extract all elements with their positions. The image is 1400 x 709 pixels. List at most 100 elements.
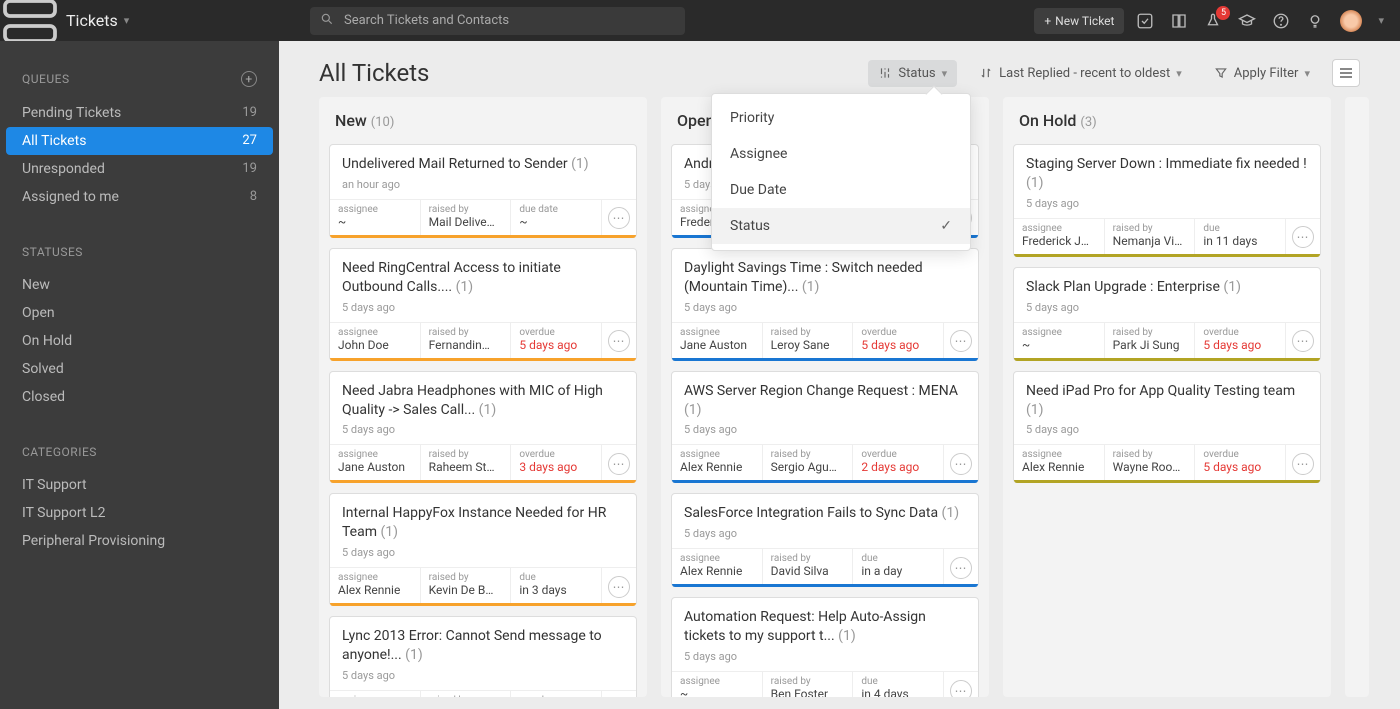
group-by-dropdown[interactable]: Status ▾ <box>868 60 957 87</box>
sliders-icon <box>878 66 892 80</box>
ticket-card[interactable]: Internal HappyFox Instance Needed for HR… <box>329 493 637 606</box>
ticket-card[interactable]: Undelivered Mail Returned to Sender (1) … <box>329 144 637 238</box>
search-input[interactable]: Search Tickets and Contacts <box>310 7 685 35</box>
sort-dropdown[interactable]: Last Replied - recent to oldest ▾ <box>969 60 1192 87</box>
ticket-title: Need iPad Pro for App Quality Testing te… <box>1026 382 1308 420</box>
meta-label: overdue <box>1203 449 1277 460</box>
meta-label: raised by <box>429 204 503 215</box>
ticket-title: Need Jabra Headphones with MIC of High Q… <box>342 382 624 420</box>
ticket-more-button[interactable]: ⋯ <box>602 691 636 697</box>
meta-label: overdue <box>519 327 593 338</box>
sidebar-item[interactable]: Assigned to me8 <box>0 183 279 211</box>
ticket-card[interactable]: Daylight Savings Time : Switch needed (M… <box>671 248 979 361</box>
ticket-card[interactable]: Need iPad Pro for App Quality Testing te… <box>1013 371 1321 484</box>
sidebar-item[interactable]: All Tickets27 <box>6 127 273 155</box>
dropdown-item[interactable]: Status✓ <box>712 208 970 244</box>
ticket-card[interactable]: SalesForce Integration Fails to Sync Dat… <box>671 493 979 587</box>
meta-label: raised by <box>429 572 503 583</box>
ticket-more-button[interactable]: ⋯ <box>944 549 978 586</box>
sidebar-item[interactable]: On Hold <box>0 327 279 355</box>
graduation-cap-icon[interactable] <box>1238 12 1256 30</box>
book-icon[interactable] <box>1170 12 1188 30</box>
group-by-label: Status <box>898 66 935 81</box>
sidebar-item[interactable]: New <box>0 271 279 299</box>
main-header: All Tickets Status ▾ Last Replied - rece… <box>279 41 1400 97</box>
ticket-raised-by: Kevin De B… <box>429 583 503 597</box>
ticket-more-button[interactable]: ⋯ <box>944 323 978 360</box>
sidebar-item[interactable]: Pending Tickets19 <box>0 99 279 127</box>
plus-circle-icon[interactable]: + <box>241 71 257 87</box>
ticket-card[interactable]: Lync 2013 Error: Cannot Send message to … <box>329 616 637 697</box>
sidebar-item[interactable]: Open <box>0 299 279 327</box>
sidebar-item-label: Closed <box>22 389 65 405</box>
sidebar-section-header: CATEGORIES <box>0 439 279 465</box>
notification-icon[interactable]: 5 <box>1204 12 1222 30</box>
ticket-more-button[interactable]: ⋯ <box>944 672 978 697</box>
ticket-time: 5 days ago <box>684 527 966 540</box>
ticket-more-button[interactable]: ⋯ <box>944 445 978 482</box>
ticket-card[interactable]: Need Jabra Headphones with MIC of High Q… <box>329 371 637 484</box>
sidebar-section-header: QUEUES+ <box>0 65 279 93</box>
board-column: On Hold (3) Staging Server Down : Immedi… <box>1003 97 1331 697</box>
meta-label: raised by <box>771 676 845 687</box>
ticket-time: 5 days ago <box>342 546 624 559</box>
dropdown-item[interactable]: Assignee <box>712 136 970 172</box>
meta-label: assignee <box>1022 327 1096 338</box>
sidebar-item-label: IT Support <box>22 477 87 493</box>
meta-label: assignee <box>338 695 412 697</box>
filter-icon <box>1214 66 1228 80</box>
main: All Tickets Status ▾ Last Replied - rece… <box>279 41 1400 709</box>
sort-label: Last Replied - recent to oldest <box>999 66 1170 81</box>
ticket-card[interactable]: AWS Server Region Change Request : MENA … <box>671 371 979 484</box>
meta-label: raised by <box>771 327 845 338</box>
ellipsis-icon: ⋯ <box>1292 453 1314 475</box>
ticket-card[interactable]: Staging Server Down : Immediate fix need… <box>1013 144 1321 257</box>
ticket-more-button[interactable]: ⋯ <box>602 200 636 237</box>
ticket-assignee: John Doe <box>338 338 412 352</box>
sidebar-item[interactable]: Unresponded19 <box>0 155 279 183</box>
chevron-down-icon[interactable]: ▾ <box>1378 14 1384 27</box>
sidebar-item[interactable]: Peripheral Provisioning <box>0 527 279 555</box>
ellipsis-icon: ⋯ <box>1292 330 1314 352</box>
notification-badge: 5 <box>1216 6 1230 20</box>
module-title-dropdown[interactable]: Tickets ▾ <box>60 11 310 30</box>
sidebar-item-label: IT Support L2 <box>22 505 105 521</box>
ticket-card[interactable]: Slack Plan Upgrade : Enterprise (1) 5 da… <box>1013 267 1321 361</box>
ticket-time: an hour ago <box>342 178 624 191</box>
ellipsis-icon: ⋯ <box>950 453 972 475</box>
ticket-title: Slack Plan Upgrade : Enterprise (1) <box>1026 278 1308 297</box>
meta-label: overdue <box>861 449 935 460</box>
chevron-down-icon: ▾ <box>124 14 130 27</box>
dropdown-item[interactable]: Priority <box>712 100 970 136</box>
dropdown-item-label: Status <box>730 218 770 234</box>
dropdown-item[interactable]: Due Date <box>712 172 970 208</box>
meta-label: due <box>861 553 935 564</box>
ticket-card[interactable]: Need RingCentral Access to initiate Outb… <box>329 248 637 361</box>
ticket-more-button[interactable]: ⋯ <box>1286 323 1320 360</box>
column-title: New <box>335 111 367 130</box>
ellipsis-icon: ⋯ <box>950 330 972 352</box>
sidebar-item[interactable]: IT Support L2 <box>0 499 279 527</box>
filter-dropdown[interactable]: Apply Filter ▾ <box>1204 60 1320 87</box>
help-icon[interactable] <box>1272 12 1290 30</box>
ticket-more-button[interactable]: ⋯ <box>602 568 636 605</box>
ticket-card[interactable]: Automation Request: Help Auto-Assign tic… <box>671 597 979 697</box>
ticket-more-button[interactable]: ⋯ <box>602 445 636 482</box>
lightbulb-icon[interactable] <box>1306 12 1324 30</box>
meta-label: assignee <box>338 572 412 583</box>
board-column-collapsed[interactable] <box>1345 97 1369 697</box>
ellipsis-icon: ⋯ <box>608 576 630 598</box>
ticket-assignee: Alex Rennie <box>338 583 412 597</box>
sidebar-item[interactable]: IT Support <box>0 471 279 499</box>
sidebar-item[interactable]: Closed <box>0 383 279 411</box>
new-ticket-button[interactable]: + New Ticket <box>1034 8 1124 34</box>
sidebar-section-title: CATEGORIES <box>22 445 97 459</box>
sidebar-section-header: STATUSES <box>0 239 279 265</box>
checkbox-icon[interactable] <box>1136 12 1154 30</box>
avatar[interactable] <box>1340 10 1362 32</box>
layout-toggle[interactable] <box>1332 59 1360 87</box>
sidebar-item[interactable]: Solved <box>0 355 279 383</box>
ticket-more-button[interactable]: ⋯ <box>1286 219 1320 256</box>
ticket-more-button[interactable]: ⋯ <box>602 323 636 360</box>
ticket-more-button[interactable]: ⋯ <box>1286 445 1320 482</box>
